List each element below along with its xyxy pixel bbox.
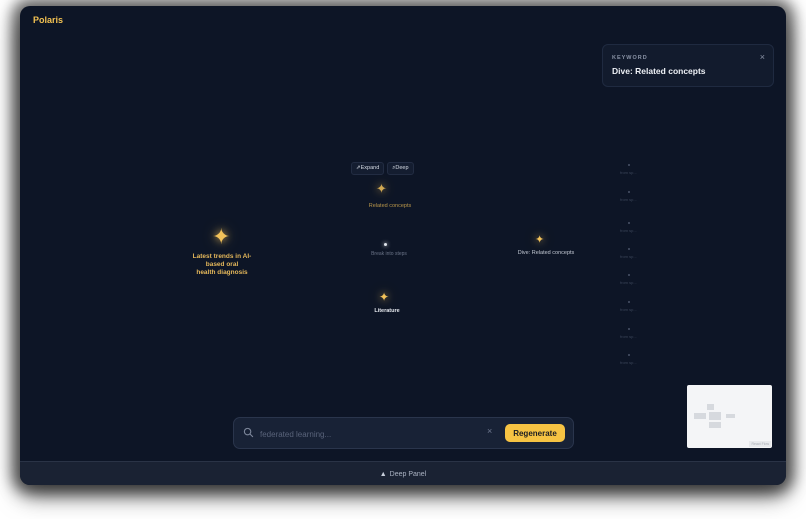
deep-button[interactable]: ⌕Deep [387,162,414,175]
close-icon[interactable]: × [760,52,765,62]
literature-node-label[interactable]: Literature [347,308,427,314]
side-node-label[interactable]: from sp... [620,228,637,233]
deep-panel-toggle[interactable]: ▲ Deep Panel [20,461,786,485]
side-node-dot [628,274,630,276]
dive-node-star-icon[interactable]: ✦ [535,235,544,246]
search-icon [243,427,254,438]
minimap-node [709,422,721,428]
side-node-dot [628,191,630,193]
side-node-dot [628,248,630,250]
keyword-panel-title: Dive: Related concepts [612,66,706,76]
side-node-dot [628,222,630,224]
side-node-dot [628,328,630,330]
side-node-label[interactable]: from sp... [620,197,637,202]
root-node-label-line: based oral [205,261,239,268]
related-node-label[interactable]: Related concepts [350,203,430,209]
side-node-dot [628,164,630,166]
related-node-star-icon[interactable]: ✦ [376,182,387,195]
dive-node-label[interactable]: Dive: Related concepts [506,250,586,256]
deep-panel-label: Deep Panel [389,470,427,478]
literature-node-star-icon[interactable]: ✦ [379,291,389,303]
regenerate-button[interactable]: Regenerate [505,424,565,442]
side-node-label[interactable]: from sp... [620,280,637,285]
minimap-node [707,404,714,410]
minimap-node [709,412,721,420]
minimap-node [726,414,735,418]
break-node-label[interactable]: Break into steps [349,251,429,257]
root-node-label-line: Latest trends in AI- [192,253,252,260]
node-toolbar: ⇗Expand ⌕Deep [351,162,414,175]
root-node-star-icon[interactable]: ✦ [212,226,230,248]
root-node-label[interactable]: Latest trends in AI- based oral health d… [182,253,262,277]
break-node-dot[interactable] [384,243,387,246]
triangle-up-icon: ▲ [379,470,387,478]
side-node-dot [628,354,630,356]
search-bar: × Regenerate [233,417,574,449]
search-input[interactable] [258,425,457,443]
minimap-attribution: React Flow [749,441,771,447]
side-node-dot [628,301,630,303]
expand-button[interactable]: ⇗Expand [351,162,385,175]
minimap[interactable]: React Flow [687,385,772,448]
deep-label: Deep [395,165,409,171]
side-node-label[interactable]: from sp... [620,254,637,259]
side-node-label[interactable]: from sp... [620,334,637,339]
clear-icon[interactable]: × [487,426,492,436]
side-node-label[interactable]: from sp... [620,170,637,175]
expand-label: Expand [360,165,380,171]
side-node-label[interactable]: from sp... [620,360,637,365]
app-window: Polaris KEYWORD Dive: Related concepts ×… [20,6,786,485]
minimap-node [694,413,706,419]
root-node-label-line: health diagnosis [196,269,248,276]
side-node-label[interactable]: from sp... [620,307,637,312]
app-brand: Polaris [33,15,64,25]
keyword-panel-label: KEYWORD [612,55,648,61]
keyword-panel: KEYWORD Dive: Related concepts × [602,44,774,87]
